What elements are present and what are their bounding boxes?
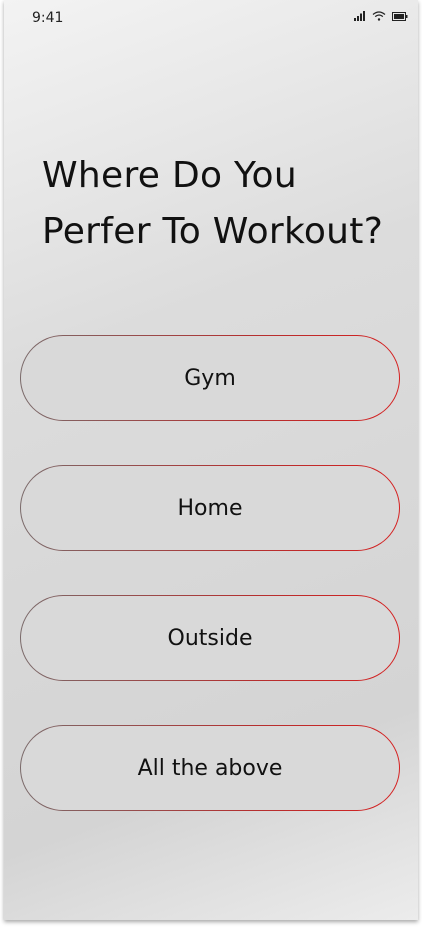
option-gym-button[interactable]: Gym bbox=[20, 335, 400, 421]
option-outside-button[interactable]: Outside bbox=[20, 595, 400, 681]
question-line-1: Where Do You bbox=[42, 155, 298, 196]
status-icons bbox=[354, 11, 408, 21]
option-all-button[interactable]: All the above bbox=[20, 725, 400, 811]
question-line-2: Perfer To Workout? bbox=[42, 211, 384, 252]
question-title: Where Do You Perfer To Workout? bbox=[42, 148, 383, 260]
status-bar: 9:41 bbox=[4, 8, 418, 28]
option-home-button[interactable]: Home bbox=[20, 465, 400, 551]
status-time: 9:41 bbox=[32, 10, 64, 26]
battery-icon bbox=[392, 11, 408, 21]
phone-screen: 9:41 Where Do You Perfer To Workout? Gym… bbox=[4, 0, 418, 920]
signal-icon bbox=[354, 11, 365, 21]
wifi-icon bbox=[372, 11, 386, 21]
